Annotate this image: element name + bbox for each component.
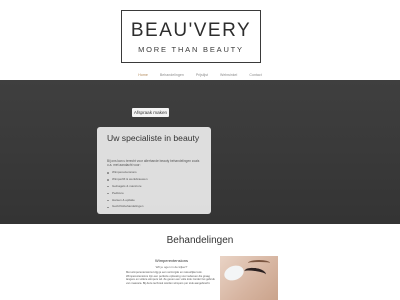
list-item: Wimperlift & wenkbrauwen: [107, 177, 207, 182]
eyebrow-shape: [248, 260, 270, 266]
lashes-shape: [243, 266, 267, 280]
intro-card: Uw specialiste in beauty Bij ons kan u t…: [97, 127, 211, 214]
treatment-title: Wimperextensions: [155, 258, 188, 263]
brand-tagline: MORE THAN BEAUTY: [138, 45, 244, 54]
treatment-question: Wil je ogen in de kijker?: [155, 265, 188, 269]
treatment-tile[interactable]: Wimperextensions Wil je ogen in de kijke…: [123, 256, 278, 300]
nav-item-behandelingen[interactable]: Behandelingen: [154, 70, 190, 80]
nav-item-prijslijst[interactable]: Prijslijst: [190, 70, 214, 80]
treatments-heading: Behandelingen: [166, 235, 234, 246]
list-item: Gezichtsbehandelingen: [107, 205, 207, 209]
nav-item-home[interactable]: Home: [132, 70, 154, 80]
list-item: Harsen & epilatie: [107, 198, 207, 203]
book-appointment-button[interactable]: Afspraak maken: [132, 108, 169, 117]
treatment-description: Met wimperextensions krijg je een verzor…: [126, 271, 215, 285]
site-header: BEAU'VERY MORE THAN BEAUTY Home Behandel…: [0, 0, 400, 80]
nav-item-contact[interactable]: Contact: [243, 70, 267, 80]
brand-logo[interactable]: BEAU'VERY MORE THAN BEAUTY: [121, 10, 261, 63]
list-item: Pedicure: [107, 191, 207, 196]
services-list: Wimperextensions Wimperlift & wenkbrauwe…: [107, 170, 207, 212]
brand-name: BEAU'VERY: [130, 20, 252, 41]
treatment-tile-text: Wimperextensions Wil je ogen in de kijke…: [123, 256, 220, 300]
main-nav: Home Behandelingen Prijslijst Webwinkel …: [0, 70, 400, 80]
list-item: Gelnagels & manicure: [107, 184, 207, 189]
hero-banner: Afspraak maken Uw specialiste in beauty …: [0, 80, 400, 224]
lash-extension-photo: [220, 256, 278, 300]
eye-pad-shape: [222, 263, 246, 283]
intro-card-text: Bij ons kan u terecht voor allerhande be…: [107, 159, 200, 168]
intro-card-title: Uw specialiste in beauty: [107, 133, 200, 143]
nav-item-webwinkel[interactable]: Webwinkel: [214, 70, 243, 80]
list-item: Wimperextensions: [107, 170, 207, 175]
